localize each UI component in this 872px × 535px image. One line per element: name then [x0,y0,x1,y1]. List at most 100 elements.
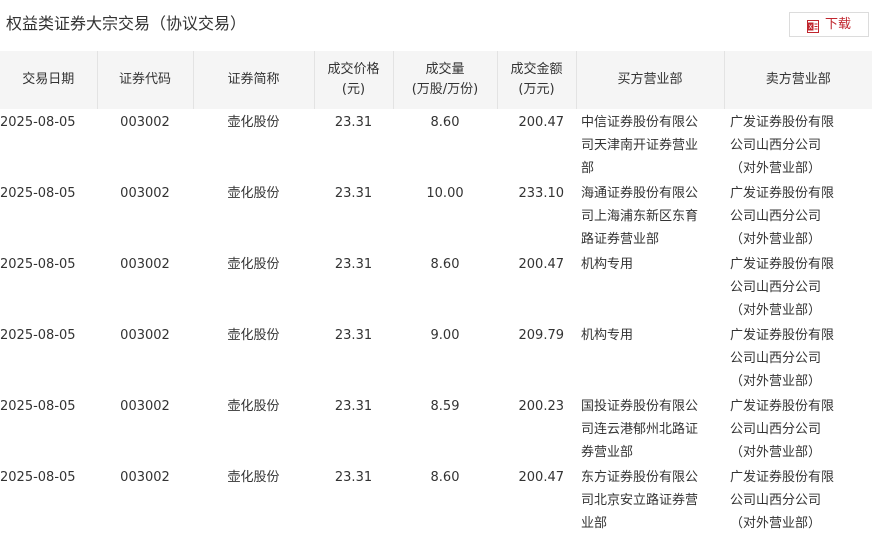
buyer-branch-cell: 东方证券股份有限公司北京安立路证券营业部 [576,464,724,535]
trade-date-cell-text: 2025-08-05 [0,322,97,347]
buyer-branch-cell-text: 国投证券股份有限公司连云港郁州北路证券营业部 [581,393,706,464]
column-header-label: 卖方营业部 [725,70,872,90]
security-code-cell: 003002 [97,464,193,535]
security-code-cell-text: 003002 [97,180,193,205]
security-code-cell: 003002 [97,322,193,393]
amount-cell-text: 209.79 [497,322,564,347]
security-name-cell: 壶化股份 [193,109,314,180]
security-name-cell-text: 壶化股份 [193,322,314,347]
column-header-label: 证券代码 [98,70,193,90]
security-name-cell: 壶化股份 [193,180,314,251]
amount-cell-text: 200.47 [497,464,564,489]
security-code-cell: 003002 [97,180,193,251]
column-header-label: 成交价格 [315,60,393,80]
trade-date-cell: 2025-08-05 [0,322,97,393]
table-header-row: 交易日期证券代码证券简称成交价格(元)成交量(万股/万份)成交金额(万元)买方营… [0,51,872,109]
trade-date-cell: 2025-08-05 [0,464,97,535]
buyer-branch-cell-text: 海通证券股份有限公司上海浦东新区东育路证券营业部 [581,180,706,251]
security-name-cell-text: 壶化股份 [193,251,314,276]
price-cell: 23.31 [314,464,393,535]
column-header-label: 成交量 [394,60,497,80]
trade-date-cell-text: 2025-08-05 [0,251,97,276]
amount-cell: 200.47 [497,109,576,180]
price-cell: 23.31 [314,109,393,180]
security-name-cell: 壶化股份 [193,251,314,322]
amount-cell: 233.10 [497,180,576,251]
download-button[interactable]: X 下载 [789,12,869,37]
header-price: 成交价格(元) [314,51,393,109]
price-cell-text: 23.31 [314,393,393,418]
excel-icon: X [807,18,819,31]
page-title: 权益类证券大宗交易（协议交易） [6,13,246,35]
seller-branch-cell-text: 广发证券股份有限公司山西分公司（对外营业部） [730,393,842,464]
trade-date-cell-text: 2025-08-05 [0,109,97,134]
price-cell: 23.31 [314,393,393,464]
column-header-label: (元) [315,80,393,100]
seller-branch-cell-text: 广发证券股份有限公司山西分公司（对外营业部） [730,251,842,322]
svg-text:X: X [808,24,812,31]
header-trade-date: 交易日期 [0,51,97,109]
seller-branch-cell-text: 广发证券股份有限公司山西分公司（对外营业部） [730,109,842,180]
security-name-cell-text: 壶化股份 [193,180,314,205]
header-volume: 成交量(万股/万份) [393,51,497,109]
security-name-cell-text: 壶化股份 [193,109,314,134]
table-row: 2025-08-05003002壶化股份23.319.00209.79 机构专用广… [0,322,872,393]
column-header-label: 成交金额 [498,60,576,80]
seller-branch-cell: 广发证券股份有限公司山西分公司（对外营业部） [724,180,872,251]
volume-cell: 8.60 [393,251,497,322]
buyer-branch-cell: 海通证券股份有限公司上海浦东新区东育路证券营业部 [576,180,724,251]
seller-branch-cell-text: 广发证券股份有限公司山西分公司（对外营业部） [730,322,842,393]
table-row: 2025-08-05003002壶化股份23.318.60200.47 东方证券股… [0,464,872,535]
amount-cell-text: 233.10 [497,180,564,205]
amount-cell: 200.47 [497,464,576,535]
column-header-label: (万元) [498,80,576,100]
security-code-cell: 003002 [97,109,193,180]
block-trade-table: 交易日期证券代码证券简称成交价格(元)成交量(万股/万份)成交金额(万元)买方营… [0,51,872,535]
security-code-cell-text: 003002 [97,464,193,489]
price-cell-text: 23.31 [314,109,393,134]
security-name-cell: 壶化股份 [193,464,314,535]
seller-branch-cell: 广发证券股份有限公司山西分公司（对外营业部） [724,464,872,535]
trade-date-cell-text: 2025-08-05 [0,180,97,205]
header-security-code: 证券代码 [97,51,193,109]
header-seller: 卖方营业部 [724,51,872,109]
volume-cell-text: 9.00 [393,322,497,347]
trade-date-cell-text: 2025-08-05 [0,393,97,418]
buyer-branch-cell: 机构专用 [576,322,724,393]
buyer-branch-cell: 中信证券股份有限公司天津南开证券营业部 [576,109,724,180]
volume-cell-text: 8.60 [393,464,497,489]
volume-cell: 8.60 [393,109,497,180]
buyer-branch-cell-text: 机构专用 [581,251,706,276]
buyer-branch-cell-text: 机构专用 [581,322,706,347]
trade-date-cell-text: 2025-08-05 [0,464,97,489]
security-code-cell-text: 003002 [97,393,193,418]
price-cell-text: 23.31 [314,464,393,489]
column-header-label: 交易日期 [0,70,97,90]
seller-branch-cell: 广发证券股份有限公司山西分公司（对外营业部） [724,393,872,464]
buyer-branch-cell-text: 东方证券股份有限公司北京安立路证券营业部 [581,464,706,535]
volume-cell: 8.60 [393,464,497,535]
download-label: 下载 [825,17,851,33]
price-cell-text: 23.31 [314,180,393,205]
amount-cell: 200.23 [497,393,576,464]
price-cell: 23.31 [314,322,393,393]
seller-branch-cell-text: 广发证券股份有限公司山西分公司（对外营业部） [730,464,842,535]
security-name-cell-text: 壶化股份 [193,464,314,489]
table-row: 2025-08-05003002壶化股份23.318.59200.23 国投证券股… [0,393,872,464]
table-row: 2025-08-05003002壶化股份23.3110.00233.10 海通证券… [0,180,872,251]
seller-branch-cell-text: 广发证券股份有限公司山西分公司（对外营业部） [730,180,842,251]
volume-cell: 8.59 [393,393,497,464]
column-header-label: (万股/万份) [394,80,497,100]
amount-cell-text: 200.23 [497,393,564,418]
buyer-branch-cell-text: 中信证券股份有限公司天津南开证券营业部 [581,109,706,180]
security-name-cell-text: 壶化股份 [193,393,314,418]
buyer-branch-cell: 机构专用 [576,251,724,322]
volume-cell-text: 8.59 [393,393,497,418]
volume-cell-text: 8.60 [393,109,497,134]
security-code-cell-text: 003002 [97,109,193,134]
amount-cell: 200.47 [497,251,576,322]
security-name-cell: 壶化股份 [193,393,314,464]
trade-date-cell: 2025-08-05 [0,251,97,322]
volume-cell: 10.00 [393,180,497,251]
table-row: 2025-08-05003002壶化股份23.318.60200.47中信证券股… [0,109,872,180]
